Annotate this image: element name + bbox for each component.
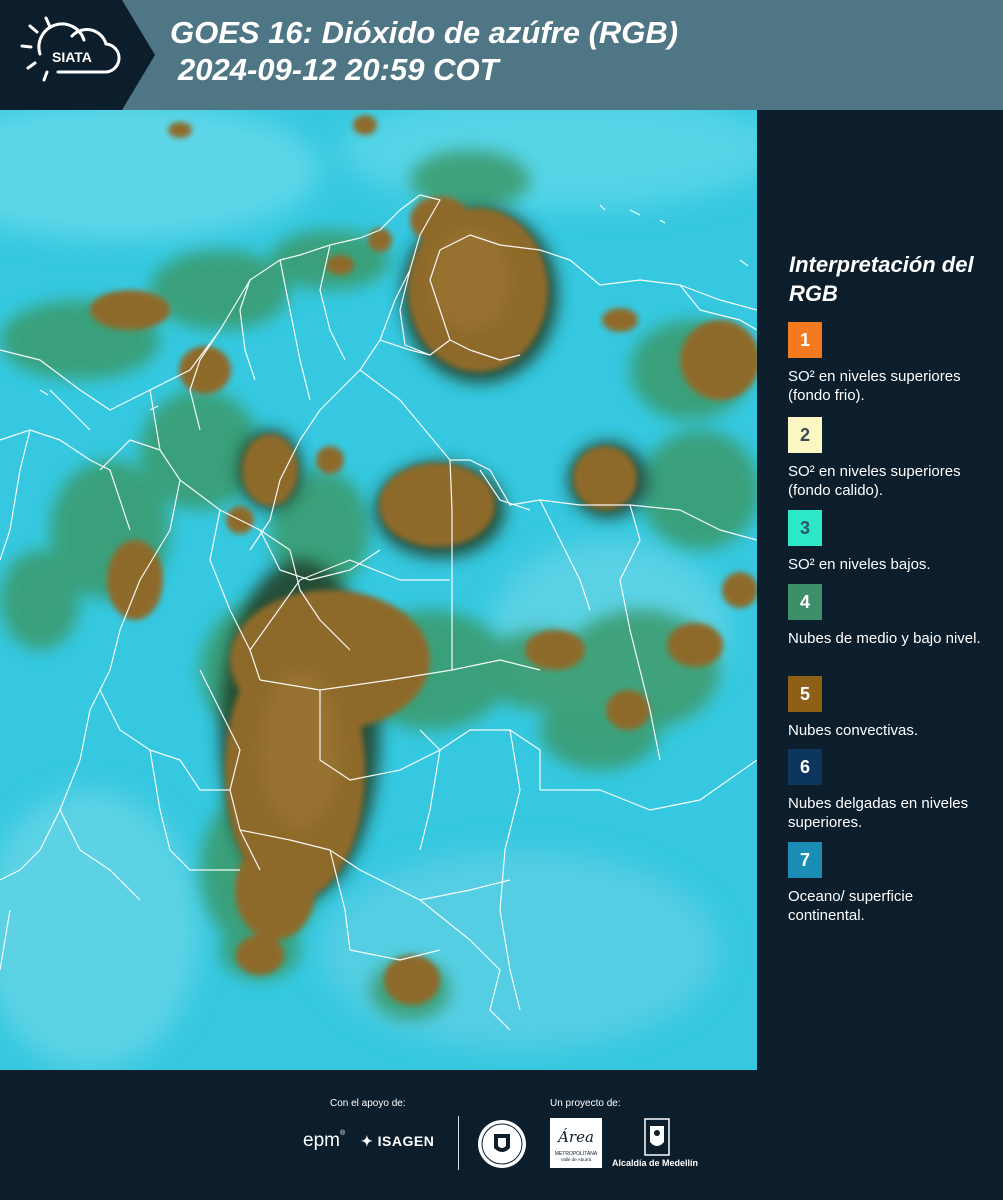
satellite-map bbox=[0, 110, 757, 1070]
epm-logo: epm® bbox=[303, 1130, 346, 1151]
isagen-icon: ✦ bbox=[361, 1133, 374, 1149]
svg-text:SIATA: SIATA bbox=[52, 49, 92, 65]
legend-text-3: SO² en niveles bajos. bbox=[788, 556, 931, 573]
footer: Con el apoyo de: Un proyecto de: epm® ✦ … bbox=[0, 1070, 1003, 1200]
legend-swatch-5: 5 bbox=[788, 676, 822, 712]
legend-text-1: SO² en niveles superiores (fondo frio). bbox=[788, 368, 961, 404]
legend-swatch-4: 4 bbox=[788, 584, 822, 620]
legend-item-2: 2 SO² en niveles superiores (fondo calid… bbox=[788, 417, 993, 500]
legend-text-7: Oceano/ superficie continental. bbox=[788, 888, 914, 924]
medellin-seal bbox=[476, 1118, 528, 1175]
legend-panel: Interpretación del RGB 1 SO² en niveles … bbox=[757, 110, 1003, 1070]
header-bar: SIATA GOES 16: Dióxido de azúfre (RGB) 2… bbox=[0, 0, 1003, 110]
legend-item-4: 4 Nubes de medio y bajo nivel. bbox=[788, 584, 993, 648]
legend-swatch-2: 2 bbox=[788, 417, 822, 453]
page-title: GOES 16: Dióxido de azúfre (RGB) 2024-09… bbox=[170, 14, 678, 88]
footer-divider bbox=[458, 1116, 459, 1170]
legend-item-5: 5 Nubes convectivas. bbox=[788, 676, 993, 740]
isagen-logo: ✦ ISAGEN bbox=[361, 1133, 435, 1149]
satellite-map-image bbox=[0, 110, 757, 1070]
title-product: GOES 16: Dióxido de azúfre (RGB) bbox=[170, 15, 679, 50]
legend-text-4: Nubes de medio y bajo nivel. bbox=[788, 630, 981, 647]
legend-swatch-6: 6 bbox=[788, 749, 822, 785]
alcaldia-shield-icon bbox=[644, 1118, 670, 1161]
siata-logo: SIATA bbox=[0, 0, 155, 110]
legend-swatch-3: 3 bbox=[788, 510, 822, 546]
support-label: Con el apoyo de: bbox=[330, 1098, 406, 1109]
siata-logo-graphic: SIATA bbox=[0, 0, 155, 110]
alcaldia-label: Alcaldía de Medellín bbox=[612, 1158, 699, 1168]
legend-item-3: 3 SO² en niveles bajos. bbox=[788, 510, 993, 574]
legend-item-1: 1 SO² en niveles superiores (fondo frio)… bbox=[788, 322, 993, 405]
seal-icon bbox=[478, 1120, 526, 1168]
project-label: Un proyecto de: bbox=[550, 1098, 621, 1109]
legend-swatch-7: 7 bbox=[788, 842, 822, 878]
legend-item-7: 7 Oceano/ superficie continental. bbox=[788, 842, 993, 925]
legend-text-6: Nubes delgadas en niveles superiores. bbox=[788, 795, 969, 831]
title-timestamp: 2024-09-12 20:59 COT bbox=[178, 52, 499, 87]
legend-title: Interpretación del RGB bbox=[789, 252, 974, 306]
legend-item-6: 6 Nubes delgadas en niveles superiores. bbox=[788, 749, 993, 832]
area-metropolitana-logo: Área METROPOLITANA Valle de Aburrá bbox=[550, 1118, 602, 1168]
legend-text-2: SO² en niveles superiores (fondo calido)… bbox=[788, 463, 961, 499]
legend-swatch-1: 1 bbox=[788, 322, 822, 358]
legend-text-5: Nubes convectivas. bbox=[788, 722, 919, 739]
